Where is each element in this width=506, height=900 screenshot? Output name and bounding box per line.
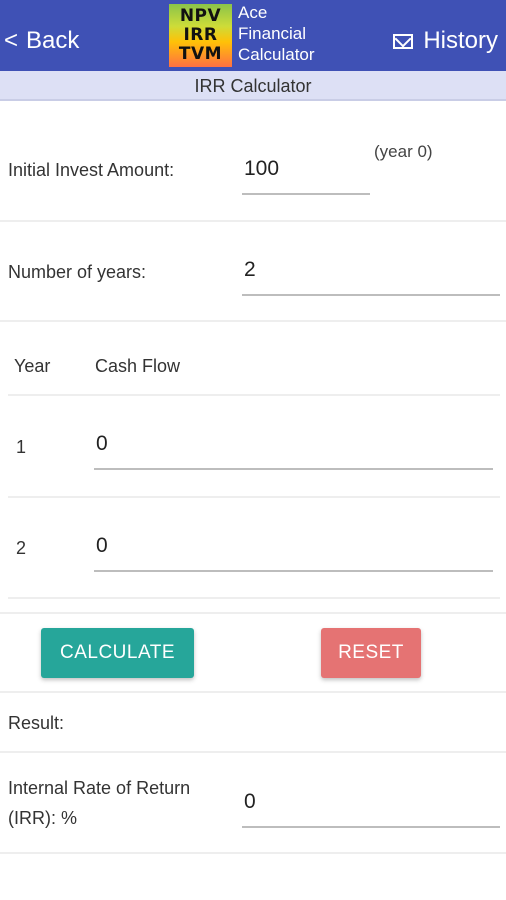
logo-line-npv: NPV [179, 6, 222, 26]
years-label: Number of years: [8, 262, 147, 282]
cashflow-input-year-1[interactable] [94, 428, 493, 470]
divider [8, 597, 500, 599]
result-heading: Result: [8, 713, 65, 733]
app-title-line: Financial [238, 24, 307, 43]
initial-invest-label: Initial Invest Amount: [8, 160, 175, 180]
back-label: Back [26, 27, 80, 54]
divider [0, 320, 506, 322]
divider [0, 852, 506, 854]
irr-result-field [242, 786, 500, 828]
divider [8, 394, 500, 396]
chevron-left-icon: < [4, 27, 19, 54]
history-button[interactable]: History [393, 24, 498, 58]
column-header-year: Year [14, 356, 51, 376]
back-button[interactable]: < Back [4, 24, 79, 58]
cashflow-input-year-2[interactable] [94, 530, 493, 572]
app-bar: < Back NPV IRR TVM Ace Financial Calculat… [0, 0, 506, 71]
irr-label-unit: (IRR): % [8, 808, 77, 828]
reset-button[interactable]: RESET [321, 628, 421, 678]
page-title: IRR Calculator [0, 71, 506, 101]
app-title: Ace Financial Calculator [238, 2, 315, 65]
cashflow-year-1: 1 [16, 437, 27, 457]
divider [0, 691, 506, 693]
cashflow-year-2: 2 [16, 538, 27, 558]
calculate-button[interactable]: CALCULATE [41, 628, 194, 678]
logo-line-irr: IRR [183, 25, 218, 45]
mail-icon [393, 33, 414, 49]
app-title-line: Calculator [238, 45, 315, 64]
logo-line-tvm: TVM [178, 44, 223, 64]
app-logo: NPV IRR TVM [169, 4, 232, 67]
divider [8, 496, 500, 498]
history-label: History [423, 27, 498, 54]
divider [0, 220, 506, 222]
year-zero-hint: (year 0) [374, 142, 433, 161]
divider [0, 612, 506, 614]
column-header-cashflow: Cash Flow [95, 356, 181, 376]
app-title-line: Ace [238, 3, 268, 22]
years-input[interactable] [242, 254, 500, 296]
divider [0, 751, 506, 753]
irr-label: Internal Rate of Return [8, 778, 191, 798]
initial-invest-input[interactable] [242, 153, 370, 195]
